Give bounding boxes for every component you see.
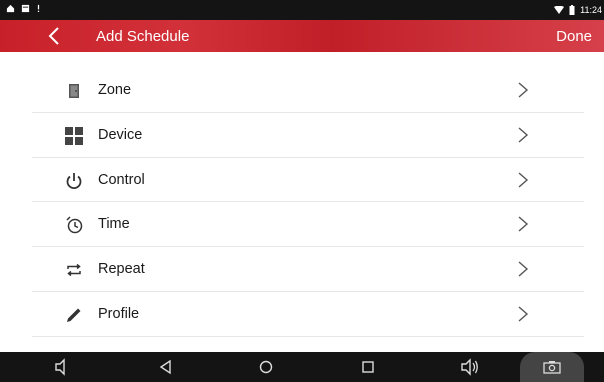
list-item-label: Control [98, 171, 145, 188]
repeat-icon [67, 264, 81, 277]
status-time: 11:24 [580, 5, 602, 15]
list-item-label: Repeat [98, 261, 145, 278]
list-item-label: Device [98, 126, 143, 143]
chevron-right-icon [518, 172, 529, 188]
list-item-zone[interactable]: Zone [32, 68, 584, 113]
status-left [6, 4, 41, 13]
done-button[interactable]: Done [556, 28, 592, 45]
back-triangle-icon[interactable] [156, 358, 176, 376]
notification-icon [21, 4, 30, 13]
list-item-device[interactable]: Device [32, 113, 584, 158]
page-title: Add Schedule [96, 28, 190, 45]
home-icon [6, 4, 15, 13]
alert-icon [37, 4, 40, 13]
chevron-left-icon[interactable] [44, 25, 66, 47]
chevron-right-icon [518, 306, 529, 322]
screenshot-icon [543, 361, 561, 374]
list-item-label: Zone [98, 82, 132, 98]
screenshot-button[interactable] [520, 352, 584, 382]
list-item-control[interactable]: Control [32, 158, 584, 203]
list-item-label: Profile [98, 305, 140, 322]
status-bar: 11:24 [0, 0, 604, 20]
chevron-right-icon [518, 216, 529, 232]
volume-up-icon[interactable] [460, 358, 480, 376]
grid-icon [65, 126, 83, 145]
chevron-right-icon [518, 127, 529, 143]
chevron-right-icon [518, 82, 529, 98]
clock-icon [66, 216, 83, 234]
app-bar: Add Schedule Done [0, 20, 604, 52]
volume-down-icon[interactable] [52, 358, 72, 376]
schedule-options-list: Zone Device Control Time Repeat Profile [32, 68, 584, 337]
home-circle-icon[interactable] [256, 358, 276, 376]
battery-icon [569, 5, 575, 15]
list-item-time[interactable]: Time [32, 202, 584, 248]
list-item-repeat[interactable]: Repeat [32, 247, 584, 292]
list-item-label: Time [98, 216, 130, 233]
recents-square-icon[interactable] [358, 358, 378, 376]
status-right: 11:24 [554, 5, 602, 15]
wifi-icon [554, 5, 565, 14]
chevron-right-icon [518, 261, 529, 277]
pencil-icon [67, 308, 81, 322]
door-icon [69, 84, 79, 98]
power-icon [66, 172, 82, 189]
system-nav-bar [0, 352, 604, 382]
list-item-profile[interactable]: Profile [32, 292, 584, 337]
